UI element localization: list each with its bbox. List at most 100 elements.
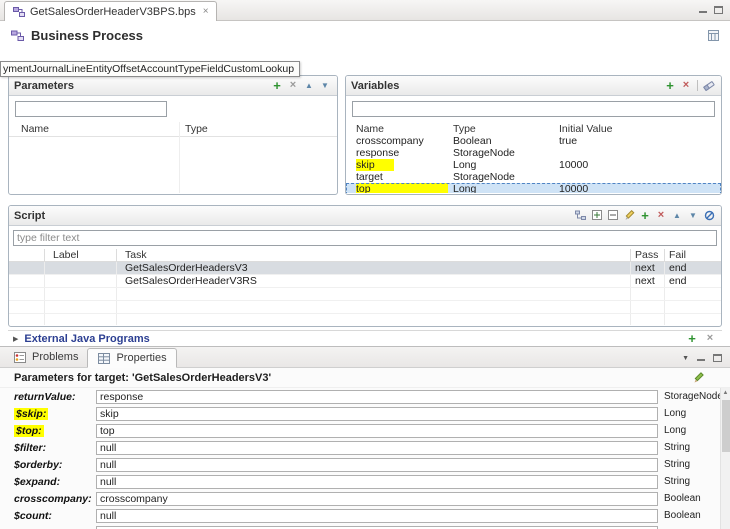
property-value-input[interactable] <box>96 458 658 472</box>
variable-type: Long <box>453 183 477 193</box>
property-label-highlighted: $top: <box>14 425 44 437</box>
delete-variable-icon[interactable]: × <box>679 79 693 93</box>
property-label-highlighted: $skip: <box>14 408 49 420</box>
overview-grid-icon[interactable] <box>706 28 720 42</box>
scroll-up-icon[interactable]: ▲ <box>721 389 730 398</box>
task-pass: next <box>631 262 665 274</box>
variable-name: skip <box>346 159 453 171</box>
editor-header: Business Process <box>10 26 720 44</box>
variables-table: Name Type Initial Value crosscompany Boo… <box>346 122 721 193</box>
expand-all-icon[interactable] <box>590 209 604 223</box>
variable-initial: 10000 <box>559 159 589 171</box>
add-java-program-icon[interactable]: + <box>685 332 699 346</box>
parameters-header: Parameters + × ▲ ▼ <box>9 76 337 96</box>
script-row[interactable]: GetSalesOrderHeaderV3RS next end <box>9 275 721 288</box>
minimize-icon[interactable] <box>699 11 707 13</box>
script-title: Script <box>14 209 46 222</box>
delete-java-program-icon[interactable]: × <box>703 332 717 346</box>
variable-name: target <box>356 171 383 183</box>
move-task-up-icon[interactable]: ▲ <box>670 209 684 223</box>
minimize-view-icon[interactable] <box>697 359 705 361</box>
property-type: StorageNode <box>664 391 723 402</box>
property-type: String <box>664 459 691 470</box>
parameters-title: Parameters <box>14 79 74 92</box>
properties-title: Parameters for target: 'GetSalesOrderHea… <box>14 371 272 384</box>
script-header: Script + × ▲ ▼ <box>9 206 721 226</box>
property-type: String <box>664 442 691 453</box>
edit-parameters-icon[interactable] <box>692 371 706 385</box>
column-header-fail: Fail <box>669 249 686 261</box>
editor-tab[interactable]: GetSalesOrderHeaderV3BPS.bps × <box>4 1 217 21</box>
external-java-section[interactable]: ▶ External Java Programs + × <box>8 330 722 346</box>
variables-filter-input[interactable] <box>352 101 715 117</box>
script-filter-input[interactable] <box>13 230 717 246</box>
parameters-panel: Parameters + × ▲ ▼ Name Type <box>8 75 338 195</box>
move-up-icon[interactable]: ▲ <box>302 79 316 93</box>
property-value-input[interactable] <box>96 492 658 506</box>
variable-type: StorageNode <box>453 147 515 159</box>
property-value-input[interactable] <box>96 475 658 489</box>
tab-properties[interactable]: Properties <box>87 348 177 368</box>
tab-problems[interactable]: Problems <box>4 347 87 367</box>
variable-row[interactable]: response StorageNode <box>346 147 721 159</box>
delete-task-icon[interactable]: × <box>654 209 668 223</box>
variable-row[interactable]: target StorageNode <box>346 171 721 183</box>
property-row: $filter: String <box>0 440 730 457</box>
variable-row-selected[interactable]: top Long 10000 <box>346 183 721 193</box>
scrollbar-thumb[interactable] <box>722 400 730 452</box>
variables-title: Variables <box>351 79 400 92</box>
move-down-icon[interactable]: ▼ <box>318 79 332 93</box>
property-value-input[interactable] <box>96 441 658 455</box>
script-row-selected[interactable]: GetSalesOrderHeadersV3 next end <box>9 262 721 275</box>
property-value-input[interactable] <box>96 390 658 404</box>
parameters-filter-input[interactable] <box>15 101 167 117</box>
add-variable-icon[interactable]: + <box>663 79 677 93</box>
toolbar-divider <box>697 80 698 91</box>
variable-type: Long <box>453 159 477 171</box>
property-label: $count: <box>14 510 52 522</box>
property-label: crosscompany: <box>14 493 92 505</box>
row-gutter <box>9 262 45 274</box>
add-parameter-icon[interactable]: + <box>270 79 284 93</box>
edit-task-icon[interactable] <box>622 209 636 223</box>
bottom-panel: Problems Properties ▼ Parameters for tar… <box>0 346 730 529</box>
variable-name: response <box>356 147 400 159</box>
disable-task-icon[interactable] <box>702 209 716 223</box>
property-row: returnValue: StorageNode <box>0 389 730 406</box>
script-table: Label Task Pass Fail GetSalesOrderHeader… <box>9 249 721 325</box>
collapse-all-icon[interactable] <box>606 209 620 223</box>
variable-name: crosscompany <box>356 135 424 147</box>
tree-view-icon[interactable] <box>574 209 588 223</box>
vertical-scrollbar[interactable]: ▲ <box>720 388 730 529</box>
external-java-title: External Java Programs <box>24 332 150 345</box>
add-task-icon[interactable]: + <box>638 209 652 223</box>
delete-parameter-icon[interactable]: × <box>286 79 300 93</box>
editor-tab-bar: GetSalesOrderHeaderV3BPS.bps × <box>0 0 730 21</box>
property-row-partial <box>0 525 730 529</box>
ide-window: GetSalesOrderHeaderV3BPS.bps × Business … <box>0 0 730 529</box>
move-task-down-icon[interactable]: ▼ <box>686 209 700 223</box>
variables-table-header: Name Type Initial Value <box>346 122 721 135</box>
expand-arrow-icon[interactable]: ▶ <box>13 335 18 343</box>
properties-section-header: Parameters for target: 'GetSalesOrderHea… <box>0 368 730 388</box>
maximize-icon[interactable] <box>714 6 723 14</box>
property-type: Long <box>664 425 687 436</box>
property-value-input[interactable] <box>96 509 658 523</box>
property-value-input[interactable] <box>96 424 658 438</box>
tab-properties-label: Properties <box>116 352 167 364</box>
property-type: Boolean <box>664 493 701 504</box>
column-header-type: Type <box>453 122 476 135</box>
parameters-table-header: Name Type <box>9 122 337 137</box>
property-value-input[interactable] <box>96 407 658 421</box>
task-name: GetSalesOrderHeaderV3RS <box>117 275 631 287</box>
maximize-view-icon[interactable] <box>713 354 722 362</box>
script-panel: Script + × ▲ ▼ type filter text Label Ta… <box>8 205 722 327</box>
variable-row[interactable]: skip Long 10000 <box>346 159 721 171</box>
variable-row[interactable]: crosscompany Boolean true <box>346 135 721 147</box>
column-header-empty <box>9 249 45 261</box>
close-tab-icon[interactable]: × <box>203 6 209 17</box>
clear-variables-icon[interactable] <box>702 79 716 93</box>
property-type: Boolean <box>664 510 701 521</box>
view-menu-icon[interactable]: ▼ <box>682 355 689 362</box>
variables-header: Variables + × <box>346 76 721 96</box>
